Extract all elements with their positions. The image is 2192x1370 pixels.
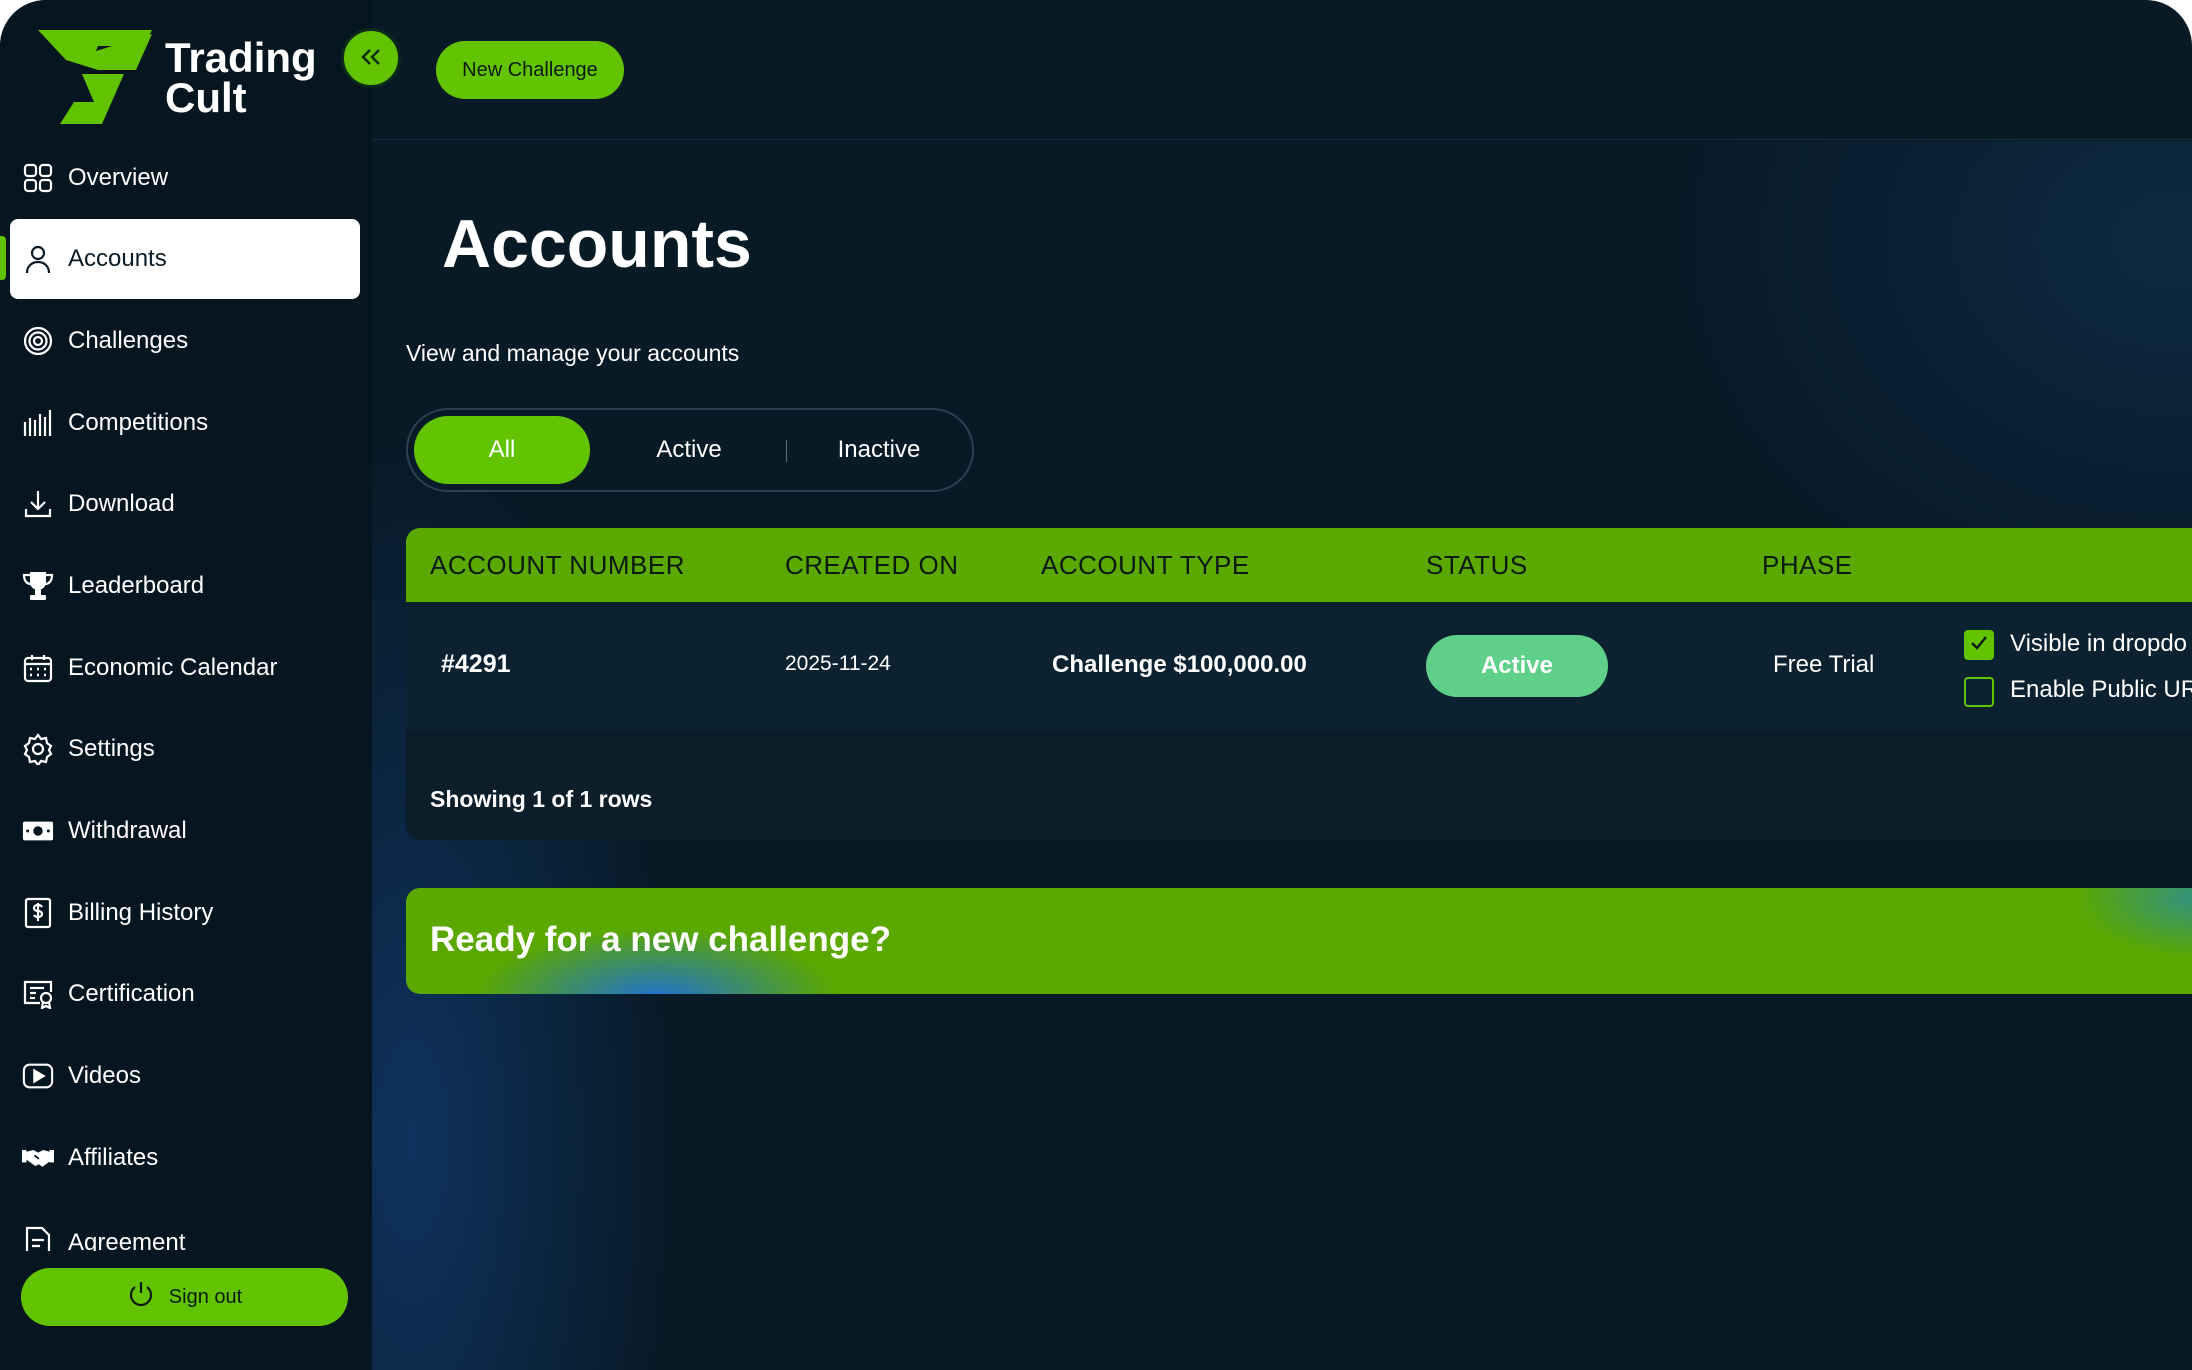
user-icon [22,243,54,275]
visible-in-dropdown-checkbox[interactable] [1964,630,1994,660]
row-count: Showing 1 of 1 rows [430,786,653,812]
brand-name: Trading Cult [165,34,317,121]
handshake-icon [22,1142,54,1174]
sign-out-label: Sign out [168,1285,243,1308]
checkmark-icon [1970,635,1988,656]
sidebar-item-economic-calendar[interactable]: Economic Calendar [10,628,360,708]
active-nav-marker [0,236,6,280]
grid-icon [22,162,54,194]
top-bar [372,0,2192,140]
sidebar-item-settings[interactable]: Settings [10,709,360,789]
column-header-phase[interactable]: PHASE [1762,550,1853,581]
sidebar-item-label: Download [68,490,175,517]
table-header: ACCOUNT NUMBER CREATED ON ACCOUNT TYPE S… [406,528,2192,602]
filter-active[interactable]: Active [604,416,774,484]
sign-out-button[interactable]: Sign out [21,1268,348,1326]
sidebar-item-agreement[interactable]: Agreement [10,1199,360,1251]
column-header-account-number[interactable]: ACCOUNT NUMBER [430,550,685,581]
visible-in-dropdown-label: Visible in dropdo [2010,630,2188,657]
sidebar-item-label: Competitions [68,409,209,436]
sidebar-item-label: Billing History [68,899,214,926]
sidebar-item-certification[interactable]: Certification [10,954,360,1034]
gear-icon [22,733,54,765]
sidebar-item-label: Overview [68,164,169,191]
sidebar-item-label: Settings [68,735,155,762]
sidebar-item-label: Affiliates [68,1144,159,1171]
account-type: Challenge $100,000.00 [1052,651,1307,678]
column-header-created-on[interactable]: CREATED ON [785,550,959,581]
sidebar-item-competitions[interactable]: Competitions [10,383,360,463]
sidebar-item-challenges[interactable]: Challenges [10,301,360,381]
new-challenge-banner[interactable]: Ready for a new challenge? [406,888,2192,994]
column-header-status[interactable]: STATUS [1426,550,1528,581]
enable-public-url-label: Enable Public UR [2010,676,2192,703]
trophy-icon [22,570,54,602]
enable-public-url-checkbox[interactable] [1964,677,1994,707]
sidebar-item-label: Withdrawal [68,817,187,844]
sidebar-item-billing-history[interactable]: Billing History [10,873,360,953]
phase-value: Free Trial [1773,651,1875,678]
chevrons-left-icon [358,42,384,74]
play-icon [22,1060,54,1092]
sidebar-item-affiliates[interactable]: Affiliates [10,1118,360,1198]
sidebar-item-overview[interactable]: Overview [10,138,360,218]
certificate-icon [22,978,54,1010]
account-number: #4291 [441,650,511,678]
collapse-sidebar-button[interactable] [341,28,401,88]
sidebar-item-label: Economic Calendar [68,654,278,681]
new-challenge-button[interactable]: New Challenge [436,41,624,99]
page-subtitle: View and manage your accounts [406,340,740,366]
document-icon [22,1225,54,1251]
sidebar-item-withdrawal[interactable]: Withdrawal [10,791,360,871]
sidebar-item-label: Leaderboard [68,572,205,599]
sidebar-item-label: Certification [68,980,195,1007]
banner-text: Ready for a new challenge? [430,920,891,959]
sidebar-item-label: Challenges [68,327,189,354]
bars-icon [22,407,54,439]
sidebar: Trading Cult Overview Accounts Challenge… [0,0,372,1370]
sidebar-item-label: Accounts [68,245,167,272]
sidebar-item-videos[interactable]: Videos [10,1036,360,1116]
accounts-table: ACCOUNT NUMBER CREATED ON ACCOUNT TYPE S… [406,528,2192,840]
status-filter: All Active Inactive [406,408,974,492]
power-icon [127,1280,155,1314]
page-title: Accounts [442,206,752,282]
column-header-account-type[interactable]: ACCOUNT TYPE [1041,550,1250,581]
sidebar-item-leaderboard[interactable]: Leaderboard [10,546,360,626]
filter-inactive[interactable]: Inactive [794,416,964,484]
sidebar-item-download[interactable]: Download [10,464,360,544]
calendar-icon [22,652,54,684]
target-icon [22,325,54,357]
dollar-doc-icon [22,897,54,929]
sidebar-item-accounts[interactable]: Accounts [10,219,360,299]
sidebar-item-label: Agreement [68,1229,186,1251]
table-footer: Showing 1 of 1 rows [406,730,2192,840]
sidebar-item-label: Videos [68,1062,141,1089]
filter-all[interactable]: All [414,416,590,484]
filter-divider [786,440,787,462]
table-row[interactable]: #4291 2025-11-24 Challenge $100,000.00 A… [406,602,2192,730]
created-on: 2025-11-24 [785,652,891,675]
status-badge: Active [1426,635,1608,697]
app-window: Trading Cult Overview Accounts Challenge… [0,0,2192,1370]
brand-logo-icon [38,30,152,124]
cash-icon [22,815,54,847]
download-icon [22,488,54,520]
